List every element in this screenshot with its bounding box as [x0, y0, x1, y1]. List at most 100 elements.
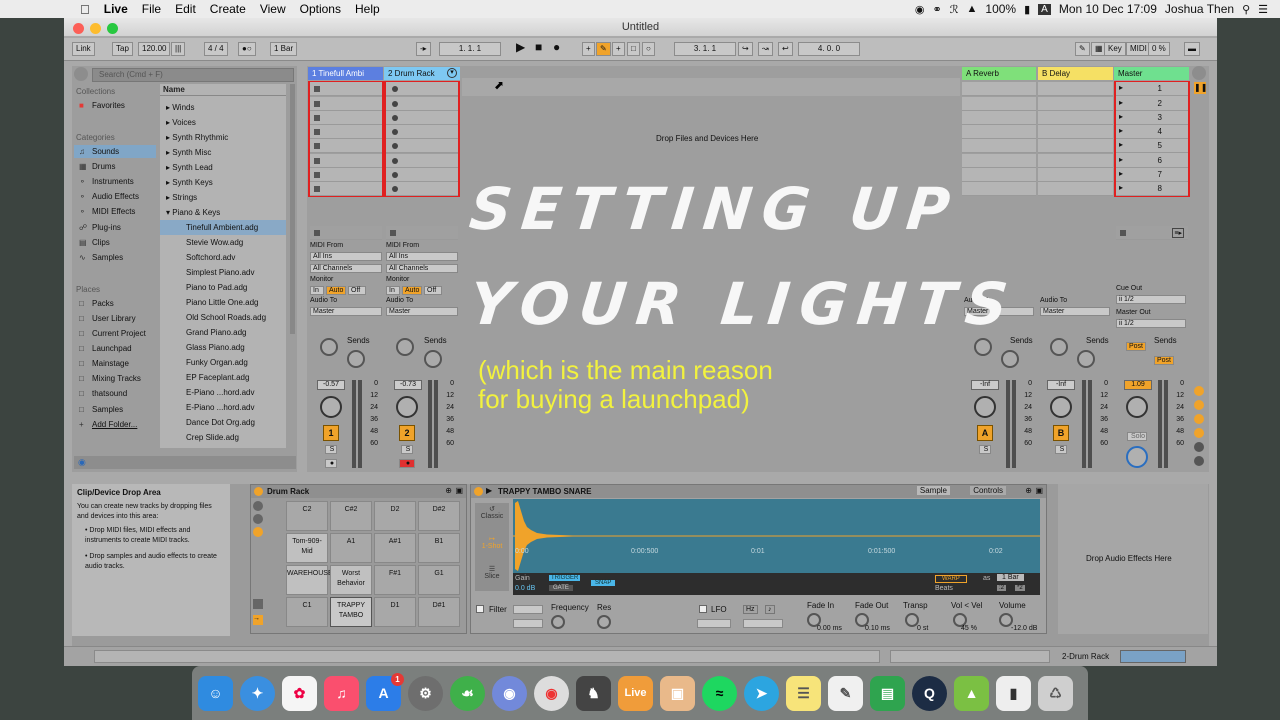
overdub-icon[interactable]: +	[582, 42, 595, 56]
quicktime-icon[interactable]: Q	[912, 675, 947, 711]
sidebar-item-mainstage[interactable]: □ Mainstage	[74, 357, 156, 370]
waveform-display[interactable]: 0:00 0:00:500 0:01 0:01:500 0:02	[513, 499, 1040, 573]
file-item[interactable]: Glass Piano.adg	[160, 340, 286, 355]
drum-pad[interactable]: D#2	[418, 501, 460, 531]
file-item[interactable]: Dance Dot Org.adg	[160, 415, 286, 430]
menu-create[interactable]: Create	[210, 2, 246, 16]
arm-button[interactable]: ●	[399, 459, 415, 468]
clip-slot[interactable]	[310, 97, 382, 111]
lfo-wave-dropdown[interactable]	[697, 619, 731, 628]
solo-button[interactable]: S	[325, 445, 337, 454]
folder-voices[interactable]: ▸ Voices	[160, 115, 286, 130]
clip-slot[interactable]	[386, 154, 458, 168]
master-volume[interactable]: 1.09	[1124, 380, 1152, 390]
view-pause-icon[interactable]: ❚❚	[1194, 82, 1207, 94]
sidebar-item-current-project[interactable]: □ Current Project	[74, 327, 156, 340]
session-record-icon[interactable]: +	[612, 42, 625, 56]
android-transfer-icon[interactable]: ▲	[954, 675, 989, 711]
file-item[interactable]: Funky Organ.adg	[160, 355, 286, 370]
folder-synth-lead[interactable]: ▸ Synth Lead	[160, 160, 286, 175]
track-header-b-delay[interactable]: B Delay	[1038, 67, 1113, 80]
gain-value[interactable]: 0.0 dB	[515, 585, 535, 592]
menu-options[interactable]: Options	[300, 2, 341, 16]
pad-overview-icon[interactable]	[253, 599, 263, 609]
track-activator[interactable]: 1	[323, 425, 339, 441]
lfo-rate-hz-button[interactable]: Hz	[743, 605, 758, 614]
scene-launch[interactable]: ▸ 7	[1116, 168, 1188, 182]
file-item[interactable]: Stevie Wow.adg	[160, 235, 286, 250]
sidebar-item-instruments[interactable]: ⚬ Instruments	[74, 175, 156, 188]
preview-strip[interactable]: ◉	[74, 456, 296, 469]
channel-dropdown[interactable]: All Channels	[310, 264, 382, 273]
folder-synth-rhythmic[interactable]: ▸ Synth Rhythmic	[160, 130, 286, 145]
filter-toggle[interactable]	[476, 605, 484, 613]
delay-toggle-icon[interactable]	[1194, 456, 1204, 466]
file-item[interactable]: Simplest Piano.adv	[160, 265, 286, 280]
folder-piano-keys[interactable]: ▾ Piano & Keys	[160, 205, 286, 220]
music-icon[interactable]: ♫	[324, 675, 359, 711]
ableton-live-icon[interactable]: Live	[618, 675, 653, 711]
app-store-icon[interactable]: A1	[366, 672, 404, 711]
drum-pad[interactable]: A#1	[374, 533, 416, 563]
hot-swap-icon[interactable]: ⊕	[445, 486, 452, 495]
clock[interactable]: Mon 10 Dec 17:09	[1059, 2, 1157, 16]
lfo-toggle[interactable]	[699, 605, 707, 613]
mode-slice[interactable]: ☰ Slice	[475, 565, 509, 580]
sidebar-item-thatsound[interactable]: □ thatsound	[74, 387, 156, 400]
monitor-auto-button[interactable]: Auto	[326, 286, 346, 295]
menu-view[interactable]: View	[260, 2, 286, 16]
numbers-icon[interactable]: ▤	[870, 675, 905, 711]
track-volume[interactable]: -0.57	[317, 380, 345, 390]
discord-icon[interactable]: ◉	[492, 675, 527, 711]
drum-pad-selected[interactable]: TRAPPY TAMBO	[330, 597, 372, 627]
return-slot[interactable]	[1038, 139, 1113, 153]
returns-toggle-icon[interactable]	[1194, 414, 1204, 424]
io-toggle-icon[interactable]	[1194, 386, 1204, 396]
scene-launch[interactable]: ▸ 1	[1116, 82, 1188, 96]
sidebar-item-audio-effects[interactable]: ⚬ Audio Effects	[74, 190, 156, 203]
return-slot[interactable]	[962, 154, 1036, 168]
photos-icon[interactable]: ✿	[282, 675, 317, 711]
file-item[interactable]: Softchord.adv	[160, 250, 286, 265]
tap-button[interactable]: Tap	[112, 42, 133, 56]
apple-menu-icon[interactable]: 	[80, 2, 90, 17]
pan-knob[interactable]	[320, 396, 342, 418]
device-on-icon[interactable]	[254, 487, 263, 496]
file-item[interactable]: Piano to Pad.adg	[160, 280, 286, 295]
safari-icon[interactable]: ✦	[240, 675, 275, 711]
channel-dropdown[interactable]: All Channels	[386, 264, 458, 273]
solo-button[interactable]: S	[1055, 445, 1067, 454]
return-slot[interactable]	[1038, 125, 1113, 139]
master-out-dropdown[interactable]: ii 1/2	[1116, 319, 1186, 328]
stop-all-clips-button[interactable]: ≡▸	[1116, 226, 1188, 240]
capture-icon[interactable]: ○	[642, 42, 655, 56]
preview-icon[interactable]: ▣	[660, 675, 695, 711]
post-button[interactable]: Post	[1126, 342, 1146, 351]
snap-button[interactable]: SNAP	[591, 580, 616, 586]
gate-button[interactable]: GATE	[549, 585, 573, 591]
scene-launch[interactable]: ▸ 3	[1116, 111, 1188, 125]
return-slot[interactable]	[1038, 111, 1113, 125]
solo-button[interactable]: S	[979, 445, 991, 454]
record-icon[interactable]: ◉	[915, 3, 925, 16]
return-slot[interactable]	[962, 182, 1036, 196]
hot-swap-icon[interactable]: ⊕	[1025, 486, 1032, 495]
app-menu[interactable]: Live	[104, 2, 128, 16]
filter-type-dropdown[interactable]	[513, 605, 543, 614]
quantization-dropdown[interactable]: 1 Bar	[270, 42, 298, 56]
sidebar-item-midi-effects[interactable]: ⚬ MIDI Effects	[74, 205, 156, 218]
save-preset-icon[interactable]: ▣	[1035, 486, 1043, 495]
browser-scrollbar[interactable]	[290, 84, 295, 334]
sidebar-item-launchpad[interactable]: □ Launchpad	[74, 342, 156, 355]
pad-view-icon[interactable]	[253, 527, 263, 537]
drum-pad[interactable]: A1	[330, 533, 372, 563]
clip-slot[interactable]	[386, 111, 458, 125]
overview-toggle-icon[interactable]	[1192, 66, 1206, 80]
return-activator[interactable]: B	[1053, 425, 1069, 441]
pan-knob[interactable]	[1126, 396, 1148, 418]
clip-slot[interactable]	[386, 125, 458, 139]
pan-knob[interactable]	[1050, 396, 1072, 418]
metronome-icon[interactable]: ●○	[238, 42, 256, 56]
loop-start-field[interactable]: 3. 1. 1	[674, 42, 736, 56]
clip-slot[interactable]	[310, 125, 382, 139]
